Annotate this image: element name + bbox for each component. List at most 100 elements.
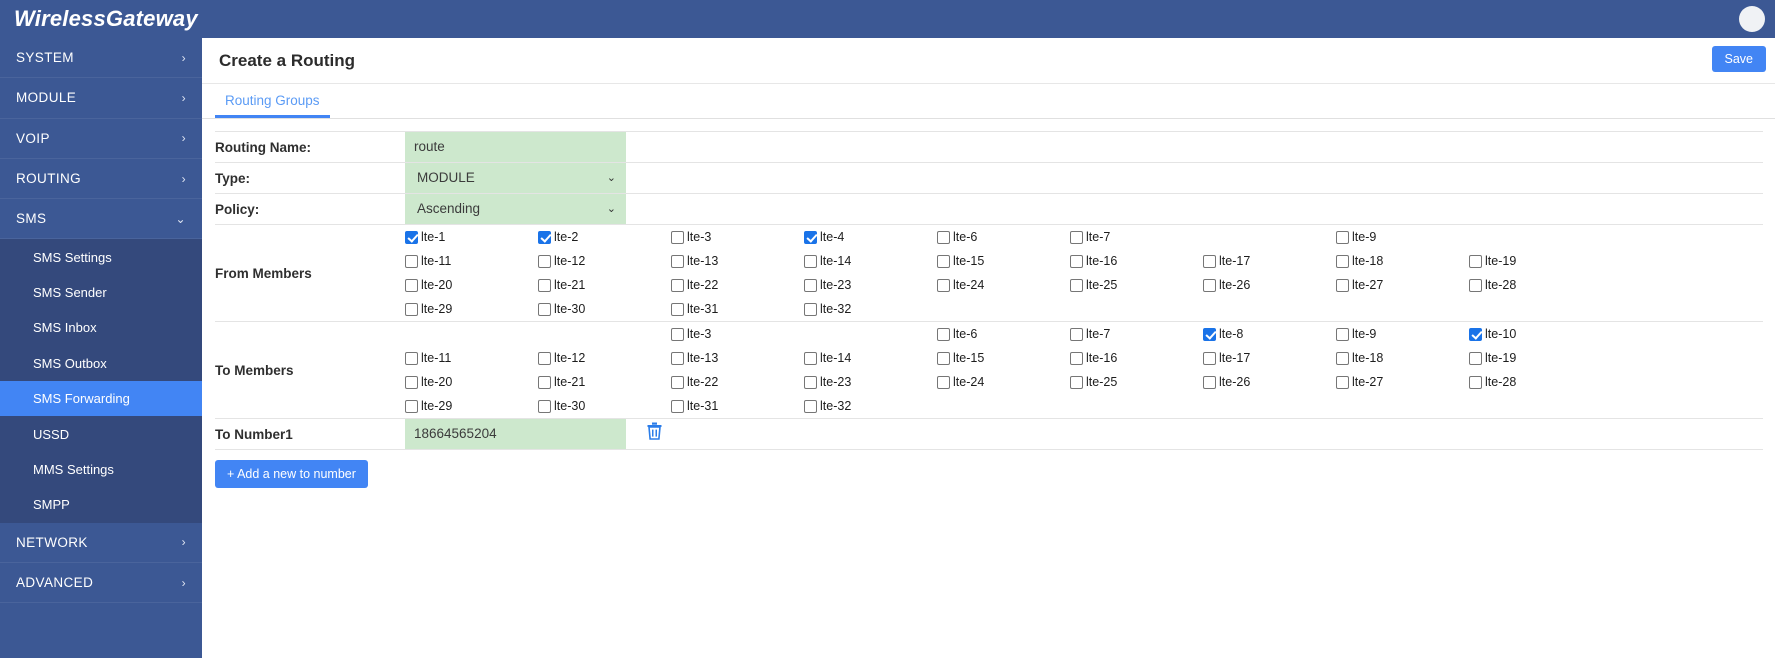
checkbox-unchecked-icon[interactable] xyxy=(405,375,418,389)
checkbox-unchecked-icon[interactable] xyxy=(538,351,551,365)
to-member-lte-18[interactable]: lte-18 xyxy=(1336,346,1469,370)
checkbox-unchecked-icon[interactable] xyxy=(1203,375,1216,389)
from-member-lte-19[interactable]: lte-19 xyxy=(1469,249,1602,273)
from-member-lte-18[interactable]: lte-18 xyxy=(1336,249,1469,273)
sidebar-item-sms[interactable]: SMS ⌄ xyxy=(0,199,202,240)
to-member-lte-14[interactable]: lte-14 xyxy=(804,346,937,370)
checkbox-unchecked-icon[interactable] xyxy=(1469,254,1482,268)
checkbox-checked-icon[interactable] xyxy=(1203,327,1216,341)
checkbox-unchecked-icon[interactable] xyxy=(937,230,950,244)
to-member-lte-25[interactable]: lte-25 xyxy=(1070,370,1203,394)
checkbox-unchecked-icon[interactable] xyxy=(538,375,551,389)
to-member-lte-29[interactable]: lte-29 xyxy=(405,394,538,418)
from-member-lte-25[interactable]: lte-25 xyxy=(1070,273,1203,297)
from-member-lte-11[interactable]: lte-11 xyxy=(405,249,538,273)
checkbox-unchecked-icon[interactable] xyxy=(538,254,551,268)
checkbox-checked-icon[interactable] xyxy=(1469,327,1482,341)
checkbox-unchecked-icon[interactable] xyxy=(671,351,684,365)
from-member-lte-20[interactable]: lte-20 xyxy=(405,273,538,297)
from-member-lte-3[interactable]: lte-3 xyxy=(671,225,804,249)
from-member-lte-28[interactable]: lte-28 xyxy=(1469,273,1602,297)
checkbox-unchecked-icon[interactable] xyxy=(937,375,950,389)
to-member-lte-9[interactable]: lte-9 xyxy=(1336,322,1469,346)
from-member-lte-14[interactable]: lte-14 xyxy=(804,249,937,273)
to-member-lte-28[interactable]: lte-28 xyxy=(1469,370,1602,394)
checkbox-unchecked-icon[interactable] xyxy=(804,278,817,292)
checkbox-unchecked-icon[interactable] xyxy=(1469,278,1482,292)
from-member-lte-16[interactable]: lte-16 xyxy=(1070,249,1203,273)
sidebar-subitem-smpp[interactable]: SMPP xyxy=(0,487,202,522)
checkbox-unchecked-icon[interactable] xyxy=(1203,351,1216,365)
from-member-lte-27[interactable]: lte-27 xyxy=(1336,273,1469,297)
checkbox-unchecked-icon[interactable] xyxy=(937,351,950,365)
checkbox-unchecked-icon[interactable] xyxy=(405,351,418,365)
trash-icon[interactable] xyxy=(646,422,663,445)
to-member-lte-6[interactable]: lte-6 xyxy=(937,322,1070,346)
to-member-lte-31[interactable]: lte-31 xyxy=(671,394,804,418)
to-member-lte-10[interactable]: lte-10 xyxy=(1469,322,1602,346)
checkbox-unchecked-icon[interactable] xyxy=(937,327,950,341)
sidebar-subitem-mms-settings[interactable]: MMS Settings xyxy=(0,452,202,487)
from-member-lte-15[interactable]: lte-15 xyxy=(937,249,1070,273)
checkbox-unchecked-icon[interactable] xyxy=(937,254,950,268)
from-member-lte-30[interactable]: lte-30 xyxy=(538,297,671,321)
from-member-lte-4[interactable]: lte-4 xyxy=(804,225,937,249)
checkbox-unchecked-icon[interactable] xyxy=(804,302,817,316)
to-member-lte-32[interactable]: lte-32 xyxy=(804,394,937,418)
from-member-lte-13[interactable]: lte-13 xyxy=(671,249,804,273)
routing-name-input[interactable] xyxy=(405,132,626,162)
checkbox-unchecked-icon[interactable] xyxy=(1070,327,1083,341)
to-member-lte-20[interactable]: lte-20 xyxy=(405,370,538,394)
to-member-lte-8[interactable]: lte-8 xyxy=(1203,322,1336,346)
checkbox-unchecked-icon[interactable] xyxy=(671,399,684,413)
checkbox-unchecked-icon[interactable] xyxy=(1070,375,1083,389)
to-member-lte-21[interactable]: lte-21 xyxy=(538,370,671,394)
checkbox-unchecked-icon[interactable] xyxy=(1203,278,1216,292)
from-member-lte-22[interactable]: lte-22 xyxy=(671,273,804,297)
from-member-lte-12[interactable]: lte-12 xyxy=(538,249,671,273)
to-member-lte-3[interactable]: lte-3 xyxy=(671,322,804,346)
to-member-lte-12[interactable]: lte-12 xyxy=(538,346,671,370)
to-member-lte-19[interactable]: lte-19 xyxy=(1469,346,1602,370)
to-member-lte-24[interactable]: lte-24 xyxy=(937,370,1070,394)
checkbox-unchecked-icon[interactable] xyxy=(671,254,684,268)
from-member-lte-1[interactable]: lte-1 xyxy=(405,225,538,249)
from-member-lte-9[interactable]: lte-9 xyxy=(1336,225,1469,249)
from-member-lte-2[interactable]: lte-2 xyxy=(538,225,671,249)
checkbox-unchecked-icon[interactable] xyxy=(1469,351,1482,365)
sidebar-item-system[interactable]: SYSTEM › xyxy=(0,38,202,79)
to-member-lte-17[interactable]: lte-17 xyxy=(1203,346,1336,370)
to-member-lte-15[interactable]: lte-15 xyxy=(937,346,1070,370)
from-member-lte-23[interactable]: lte-23 xyxy=(804,273,937,297)
sidebar-subitem-sms-inbox[interactable]: SMS Inbox xyxy=(0,310,202,345)
to-member-lte-16[interactable]: lte-16 xyxy=(1070,346,1203,370)
checkbox-unchecked-icon[interactable] xyxy=(671,230,684,244)
checkbox-unchecked-icon[interactable] xyxy=(538,302,551,316)
to-member-lte-22[interactable]: lte-22 xyxy=(671,370,804,394)
checkbox-unchecked-icon[interactable] xyxy=(1070,254,1083,268)
from-member-lte-7[interactable]: lte-7 xyxy=(1070,225,1203,249)
checkbox-unchecked-icon[interactable] xyxy=(1336,254,1349,268)
checkbox-unchecked-icon[interactable] xyxy=(671,327,684,341)
checkbox-unchecked-icon[interactable] xyxy=(1469,375,1482,389)
checkbox-checked-icon[interactable] xyxy=(405,230,418,244)
checkbox-checked-icon[interactable] xyxy=(804,230,817,244)
checkbox-unchecked-icon[interactable] xyxy=(405,399,418,413)
checkbox-unchecked-icon[interactable] xyxy=(1203,254,1216,268)
checkbox-unchecked-icon[interactable] xyxy=(804,254,817,268)
sidebar-item-voip[interactable]: VOIP › xyxy=(0,118,202,159)
to-member-lte-7[interactable]: lte-7 xyxy=(1070,322,1203,346)
from-member-lte-26[interactable]: lte-26 xyxy=(1203,273,1336,297)
checkbox-unchecked-icon[interactable] xyxy=(538,399,551,413)
checkbox-unchecked-icon[interactable] xyxy=(671,375,684,389)
from-member-lte-6[interactable]: lte-6 xyxy=(937,225,1070,249)
tab-routing-groups[interactable]: Routing Groups xyxy=(215,87,330,118)
sidebar-subitem-sms-settings[interactable]: SMS Settings xyxy=(0,239,202,274)
to-number1-input[interactable] xyxy=(405,419,626,449)
checkbox-unchecked-icon[interactable] xyxy=(405,278,418,292)
from-member-lte-32[interactable]: lte-32 xyxy=(804,297,937,321)
sidebar-item-module[interactable]: MODULE › xyxy=(0,78,202,119)
checkbox-unchecked-icon[interactable] xyxy=(671,302,684,316)
to-member-lte-23[interactable]: lte-23 xyxy=(804,370,937,394)
checkbox-unchecked-icon[interactable] xyxy=(405,254,418,268)
